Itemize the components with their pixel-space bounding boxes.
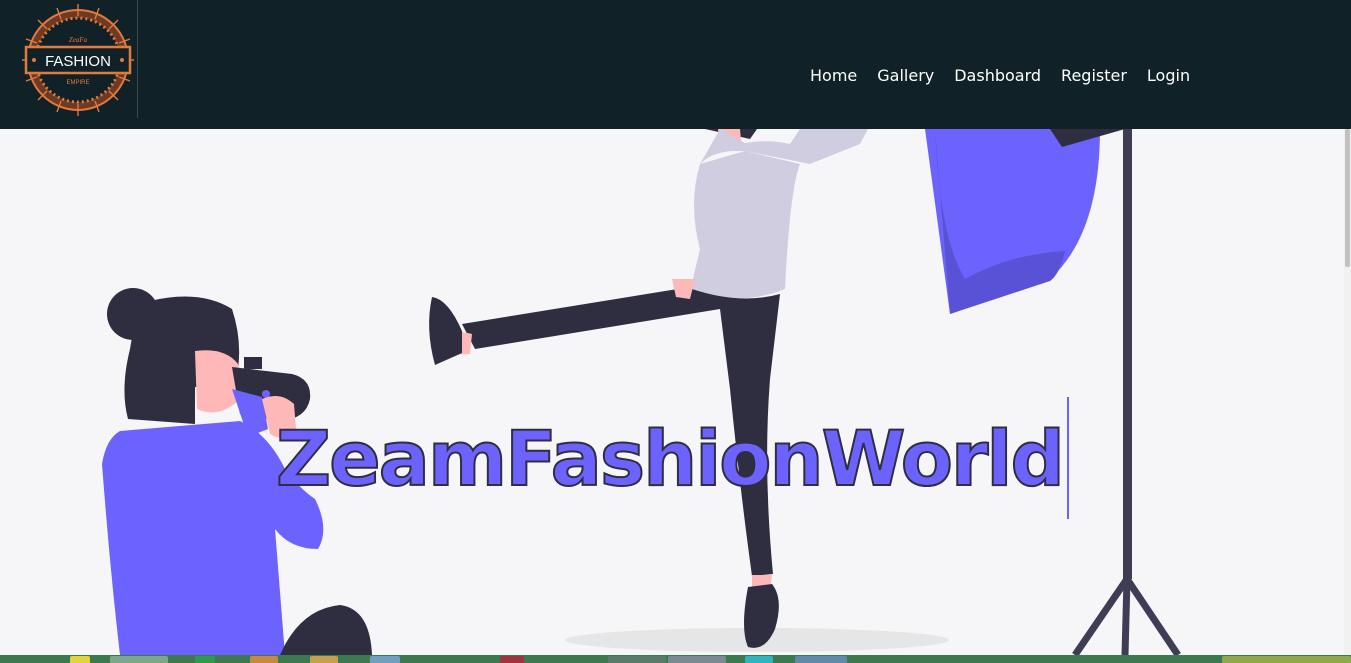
nav-dashboard-link[interactable]: Dashboard: [944, 64, 1051, 88]
scrollbar-thumb[interactable]: [1345, 129, 1350, 267]
hero-illustration: [102, 129, 1181, 655]
taskbar-item[interactable]: [195, 656, 215, 663]
brand-logo[interactable]: FASHION ZeaFa EMPIRE: [20, 2, 136, 118]
svg-text:EMPIRE: EMPIRE: [66, 80, 89, 86]
nav-gallery-link[interactable]: Gallery: [867, 64, 944, 88]
os-taskbar: [0, 655, 1351, 663]
nav-home-link[interactable]: Home: [800, 64, 867, 88]
nav-register-link[interactable]: Register: [1051, 64, 1137, 88]
taskbar-item[interactable]: [370, 656, 400, 663]
taskbar-item[interactable]: [608, 656, 666, 663]
chrome-icon[interactable]: [668, 656, 726, 663]
text-cursor: [1067, 397, 1069, 519]
taskbar-item[interactable]: [745, 656, 773, 663]
taskbar-item[interactable]: [500, 656, 524, 663]
explorer-icon[interactable]: [795, 656, 847, 663]
taskbar-item[interactable]: [250, 656, 278, 663]
softbox: [925, 129, 1125, 314]
nav-login-link[interactable]: Login: [1137, 64, 1200, 88]
logo-badge-icon: FASHION ZeaFa EMPIRE: [22, 4, 134, 116]
top-navbar: FASHION ZeaFa EMPIRE Home Gallery Dashbo…: [0, 0, 1351, 129]
hero-title: ZeamFashionWorld: [275, 413, 1066, 504]
main-nav: Home Gallery Dashboard Register Login: [800, 64, 1200, 88]
svg-text:FASHION: FASHION: [45, 53, 111, 70]
logo-divider: [137, 0, 138, 118]
taskbar-item[interactable]: [310, 656, 338, 663]
taskbar-item[interactable]: [110, 656, 168, 663]
start-icon[interactable]: [70, 656, 90, 663]
svg-text:ZeaFa: ZeaFa: [69, 36, 88, 44]
app-icon[interactable]: [1222, 656, 1351, 663]
model-figure: [429, 129, 868, 648]
